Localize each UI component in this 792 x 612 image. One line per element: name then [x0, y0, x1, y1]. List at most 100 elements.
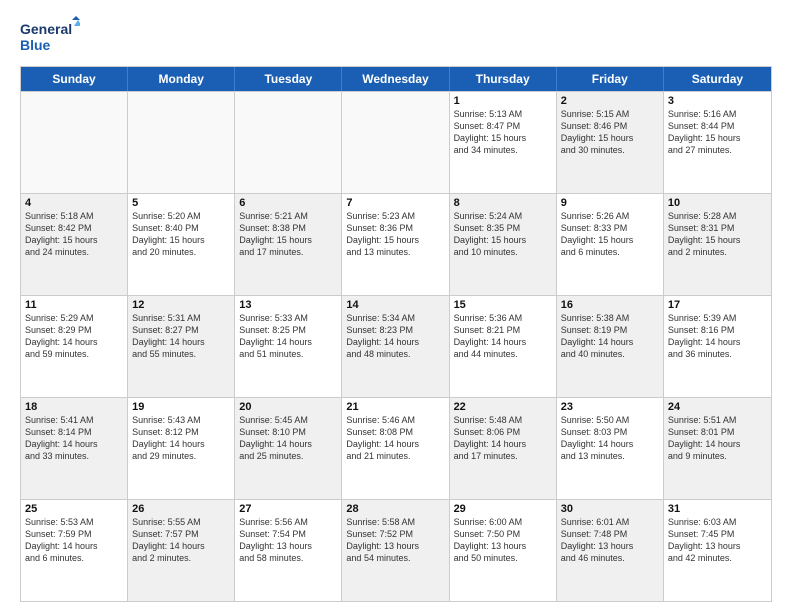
cell-detail: Sunrise: 5:33 AM Sunset: 8:25 PM Dayligh…: [239, 312, 337, 361]
logo: General Blue: [20, 16, 80, 56]
day-number: 5: [132, 197, 230, 209]
weekday-header: Thursday: [450, 67, 557, 91]
calendar-cell: 24Sunrise: 5:51 AM Sunset: 8:01 PM Dayli…: [664, 398, 771, 499]
cell-detail: Sunrise: 5:38 AM Sunset: 8:19 PM Dayligh…: [561, 312, 659, 361]
cell-detail: Sunrise: 6:00 AM Sunset: 7:50 PM Dayligh…: [454, 516, 552, 565]
weekday-header: Tuesday: [235, 67, 342, 91]
day-number: 13: [239, 299, 337, 311]
calendar-cell: [342, 92, 449, 193]
cell-detail: Sunrise: 5:43 AM Sunset: 8:12 PM Dayligh…: [132, 414, 230, 463]
day-number: 3: [668, 95, 767, 107]
calendar-header: SundayMondayTuesdayWednesdayThursdayFrid…: [21, 67, 771, 91]
calendar-cell: 9Sunrise: 5:26 AM Sunset: 8:33 PM Daylig…: [557, 194, 664, 295]
day-number: 7: [346, 197, 444, 209]
day-number: 24: [668, 401, 767, 413]
day-number: 22: [454, 401, 552, 413]
page: General Blue SundayMondayTuesdayWednesda…: [0, 0, 792, 612]
cell-detail: Sunrise: 5:29 AM Sunset: 8:29 PM Dayligh…: [25, 312, 123, 361]
header: General Blue: [20, 16, 772, 56]
calendar-cell: 15Sunrise: 5:36 AM Sunset: 8:21 PM Dayli…: [450, 296, 557, 397]
day-number: 28: [346, 503, 444, 515]
cell-detail: Sunrise: 5:31 AM Sunset: 8:27 PM Dayligh…: [132, 312, 230, 361]
svg-text:Blue: Blue: [20, 37, 51, 53]
calendar-cell: 5Sunrise: 5:20 AM Sunset: 8:40 PM Daylig…: [128, 194, 235, 295]
day-number: 19: [132, 401, 230, 413]
day-number: 15: [454, 299, 552, 311]
cell-detail: Sunrise: 5:16 AM Sunset: 8:44 PM Dayligh…: [668, 108, 767, 157]
calendar-cell: 18Sunrise: 5:41 AM Sunset: 8:14 PM Dayli…: [21, 398, 128, 499]
calendar-cell: 4Sunrise: 5:18 AM Sunset: 8:42 PM Daylig…: [21, 194, 128, 295]
calendar-cell: 14Sunrise: 5:34 AM Sunset: 8:23 PM Dayli…: [342, 296, 449, 397]
calendar-cell: 12Sunrise: 5:31 AM Sunset: 8:27 PM Dayli…: [128, 296, 235, 397]
calendar-cell: 26Sunrise: 5:55 AM Sunset: 7:57 PM Dayli…: [128, 500, 235, 601]
day-number: 31: [668, 503, 767, 515]
calendar-cell: 8Sunrise: 5:24 AM Sunset: 8:35 PM Daylig…: [450, 194, 557, 295]
day-number: 2: [561, 95, 659, 107]
cell-detail: Sunrise: 5:48 AM Sunset: 8:06 PM Dayligh…: [454, 414, 552, 463]
calendar-cell: 17Sunrise: 5:39 AM Sunset: 8:16 PM Dayli…: [664, 296, 771, 397]
day-number: 29: [454, 503, 552, 515]
weekday-header: Sunday: [21, 67, 128, 91]
cell-detail: Sunrise: 5:50 AM Sunset: 8:03 PM Dayligh…: [561, 414, 659, 463]
cell-detail: Sunrise: 5:41 AM Sunset: 8:14 PM Dayligh…: [25, 414, 123, 463]
calendar-cell: 6Sunrise: 5:21 AM Sunset: 8:38 PM Daylig…: [235, 194, 342, 295]
day-number: 10: [668, 197, 767, 209]
cell-detail: Sunrise: 5:55 AM Sunset: 7:57 PM Dayligh…: [132, 516, 230, 565]
cell-detail: Sunrise: 5:36 AM Sunset: 8:21 PM Dayligh…: [454, 312, 552, 361]
cell-detail: Sunrise: 5:21 AM Sunset: 8:38 PM Dayligh…: [239, 210, 337, 259]
calendar-row: 1Sunrise: 5:13 AM Sunset: 8:47 PM Daylig…: [21, 91, 771, 193]
calendar-cell: 7Sunrise: 5:23 AM Sunset: 8:36 PM Daylig…: [342, 194, 449, 295]
day-number: 27: [239, 503, 337, 515]
cell-detail: Sunrise: 5:58 AM Sunset: 7:52 PM Dayligh…: [346, 516, 444, 565]
calendar-cell: 20Sunrise: 5:45 AM Sunset: 8:10 PM Dayli…: [235, 398, 342, 499]
calendar-cell: 13Sunrise: 5:33 AM Sunset: 8:25 PM Dayli…: [235, 296, 342, 397]
calendar-cell: 10Sunrise: 5:28 AM Sunset: 8:31 PM Dayli…: [664, 194, 771, 295]
day-number: 17: [668, 299, 767, 311]
calendar-cell: 27Sunrise: 5:56 AM Sunset: 7:54 PM Dayli…: [235, 500, 342, 601]
day-number: 4: [25, 197, 123, 209]
calendar-cell: 16Sunrise: 5:38 AM Sunset: 8:19 PM Dayli…: [557, 296, 664, 397]
logo-svg: General Blue: [20, 16, 80, 56]
cell-detail: Sunrise: 5:28 AM Sunset: 8:31 PM Dayligh…: [668, 210, 767, 259]
cell-detail: Sunrise: 5:39 AM Sunset: 8:16 PM Dayligh…: [668, 312, 767, 361]
calendar-cell: 30Sunrise: 6:01 AM Sunset: 7:48 PM Dayli…: [557, 500, 664, 601]
calendar-cell: 11Sunrise: 5:29 AM Sunset: 8:29 PM Dayli…: [21, 296, 128, 397]
cell-detail: Sunrise: 5:46 AM Sunset: 8:08 PM Dayligh…: [346, 414, 444, 463]
cell-detail: Sunrise: 6:01 AM Sunset: 7:48 PM Dayligh…: [561, 516, 659, 565]
calendar-cell: 31Sunrise: 6:03 AM Sunset: 7:45 PM Dayli…: [664, 500, 771, 601]
calendar-cell: 22Sunrise: 5:48 AM Sunset: 8:06 PM Dayli…: [450, 398, 557, 499]
calendar-cell: 19Sunrise: 5:43 AM Sunset: 8:12 PM Dayli…: [128, 398, 235, 499]
calendar-cell: 25Sunrise: 5:53 AM Sunset: 7:59 PM Dayli…: [21, 500, 128, 601]
day-number: 14: [346, 299, 444, 311]
cell-detail: Sunrise: 6:03 AM Sunset: 7:45 PM Dayligh…: [668, 516, 767, 565]
cell-detail: Sunrise: 5:45 AM Sunset: 8:10 PM Dayligh…: [239, 414, 337, 463]
day-number: 12: [132, 299, 230, 311]
cell-detail: Sunrise: 5:51 AM Sunset: 8:01 PM Dayligh…: [668, 414, 767, 463]
calendar-cell: [235, 92, 342, 193]
cell-detail: Sunrise: 5:15 AM Sunset: 8:46 PM Dayligh…: [561, 108, 659, 157]
weekday-header: Monday: [128, 67, 235, 91]
day-number: 26: [132, 503, 230, 515]
cell-detail: Sunrise: 5:18 AM Sunset: 8:42 PM Dayligh…: [25, 210, 123, 259]
day-number: 9: [561, 197, 659, 209]
day-number: 21: [346, 401, 444, 413]
calendar-cell: 3Sunrise: 5:16 AM Sunset: 8:44 PM Daylig…: [664, 92, 771, 193]
cell-detail: Sunrise: 5:26 AM Sunset: 8:33 PM Dayligh…: [561, 210, 659, 259]
day-number: 25: [25, 503, 123, 515]
day-number: 18: [25, 401, 123, 413]
day-number: 1: [454, 95, 552, 107]
cell-detail: Sunrise: 5:20 AM Sunset: 8:40 PM Dayligh…: [132, 210, 230, 259]
cell-detail: Sunrise: 5:53 AM Sunset: 7:59 PM Dayligh…: [25, 516, 123, 565]
weekday-header: Saturday: [664, 67, 771, 91]
day-number: 11: [25, 299, 123, 311]
calendar-row: 18Sunrise: 5:41 AM Sunset: 8:14 PM Dayli…: [21, 397, 771, 499]
cell-detail: Sunrise: 5:24 AM Sunset: 8:35 PM Dayligh…: [454, 210, 552, 259]
calendar-body: 1Sunrise: 5:13 AM Sunset: 8:47 PM Daylig…: [21, 91, 771, 601]
calendar-cell: 29Sunrise: 6:00 AM Sunset: 7:50 PM Dayli…: [450, 500, 557, 601]
cell-detail: Sunrise: 5:23 AM Sunset: 8:36 PM Dayligh…: [346, 210, 444, 259]
calendar-row: 4Sunrise: 5:18 AM Sunset: 8:42 PM Daylig…: [21, 193, 771, 295]
calendar-cell: 2Sunrise: 5:15 AM Sunset: 8:46 PM Daylig…: [557, 92, 664, 193]
cell-detail: Sunrise: 5:13 AM Sunset: 8:47 PM Dayligh…: [454, 108, 552, 157]
cell-detail: Sunrise: 5:34 AM Sunset: 8:23 PM Dayligh…: [346, 312, 444, 361]
calendar-cell: 1Sunrise: 5:13 AM Sunset: 8:47 PM Daylig…: [450, 92, 557, 193]
